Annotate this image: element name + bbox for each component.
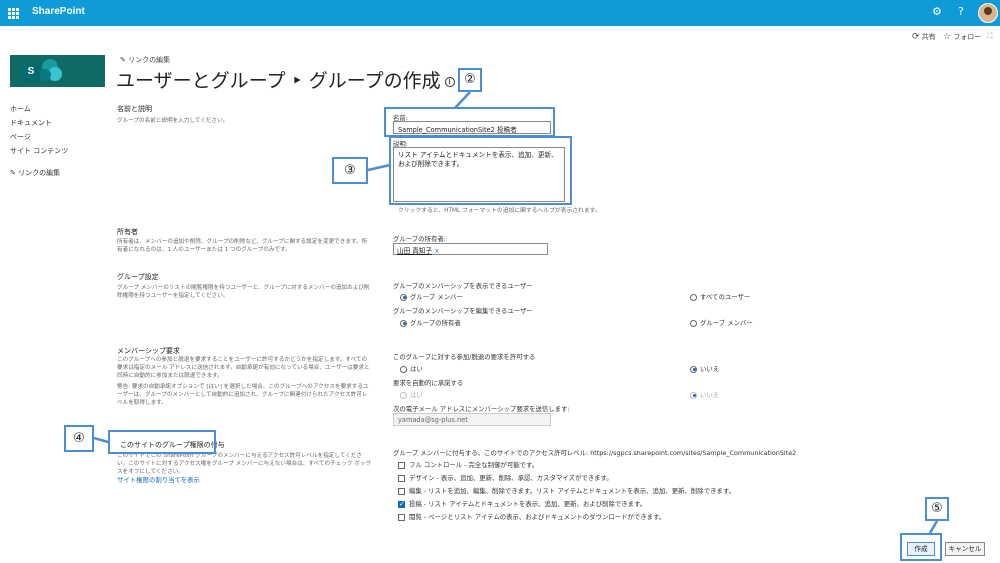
view-permissions-link[interactable]: サイト権限の割り当てを表示	[117, 475, 200, 484]
connector-4	[93, 436, 109, 444]
cancel-button[interactable]: キャンセル	[945, 542, 985, 556]
section-heading-owner: 所有者	[117, 228, 138, 236]
view-radio-members[interactable]: グループ メンバー	[400, 292, 463, 301]
nav-home[interactable]: ホーム	[10, 104, 31, 114]
perm-checkbox-read[interactable]: 閲覧 - ページとリスト アイテムの表示、およびドキュメントのダウンロードができ…	[398, 512, 665, 521]
email-label: 次の電子メール アドレスにメンバーシップ要求を送信します:	[393, 405, 570, 413]
checkbox-checked-icon	[398, 500, 405, 508]
connector-3	[367, 163, 391, 172]
checkbox-box	[398, 487, 405, 495]
radio-dot	[400, 391, 407, 399]
section-desc-membership: このグループへの参加と脱退を要求することをユーザーに許可するかどうかを指定します…	[117, 357, 370, 379]
radio-dot	[690, 365, 697, 373]
section-heading-group-settings: グループ設定	[117, 273, 159, 281]
section-desc-group-settings: グループ メンバーのリストの閲覧権限を持つユーザーと、グループに対するメンバーの…	[117, 285, 370, 299]
radio-dot	[690, 319, 697, 327]
callout-badge-3: ③	[332, 157, 368, 184]
allow-radio-no[interactable]: いいえ	[690, 364, 719, 373]
nav-site-contents[interactable]: サイト コンテンツ	[10, 146, 68, 156]
view-radio-everyone[interactable]: すべてのユーザー	[690, 292, 750, 301]
fullscreen-icon[interactable]: ⛶	[984, 31, 996, 43]
connector-2	[454, 91, 471, 109]
perm-checkbox-full-control[interactable]: フル コントロール - 完全な制御が可能です。	[398, 460, 538, 469]
callout-box-create	[900, 533, 942, 561]
edit-membership-label: グループのメンバーシップを編集できるユーザー	[393, 307, 533, 315]
nav-edit-links[interactable]: ✎ リンクの編集	[10, 168, 60, 178]
site-logo[interactable]: S	[10, 55, 105, 87]
section-heading-name: 名前と説明	[117, 105, 152, 113]
avatar[interactable]	[978, 3, 998, 23]
edit-radio-members[interactable]: グループ メンバー	[690, 318, 753, 327]
follow-button[interactable]: ☆ フォロー	[943, 32, 981, 42]
help-icon[interactable]: ?	[958, 5, 964, 19]
auto-radio-no[interactable]: いいえ	[690, 390, 719, 399]
owner-label: グループの所有者:	[393, 235, 446, 243]
radio-dot	[400, 293, 407, 301]
suite-bar: SharePoint ⚙ ?	[0, 0, 1000, 26]
section-desc-name: グループの名前と説明を入力してください。	[117, 118, 229, 124]
app-launcher-icon[interactable]	[8, 8, 19, 19]
nav-documents[interactable]: ドキュメント	[10, 118, 52, 128]
checkbox-box	[398, 474, 405, 482]
section-desc-owner: 所有者は、メンバーの追加や削除、グループの削除など、グループに関する設定を変更で…	[117, 239, 368, 253]
checkbox-box	[398, 461, 405, 469]
perm-checkbox-design[interactable]: デザイン - 表示、追加、更新、削除、承認、カスタマイズができます。	[398, 473, 613, 482]
pencil-icon: ✎	[10, 169, 16, 177]
breadcrumb[interactable]: ✎ リンクの編集	[120, 55, 170, 65]
radio-dot	[690, 391, 697, 399]
share-icon: ⟳	[912, 32, 920, 42]
brand-name[interactable]: SharePoint	[32, 6, 85, 17]
callout-box-permissions	[108, 430, 216, 454]
section-desc-permissions: このサイトでこの SharePoint グループのメンバーに与えるアクセス許可レ…	[117, 453, 372, 475]
view-membership-label: グループのメンバーシップを表示できるユーザー	[393, 282, 533, 290]
callout-box-description	[389, 136, 572, 205]
nav-pages[interactable]: ページ	[10, 132, 31, 142]
callout-badge-4: ④	[64, 425, 94, 452]
section-heading-membership: メンバーシップ要求	[117, 347, 180, 355]
callout-box-name	[384, 107, 555, 137]
radio-dot	[400, 319, 407, 327]
gear-icon[interactable]: ⚙	[932, 5, 942, 19]
share-button[interactable]: ⟳ 共有	[912, 32, 936, 42]
email-input[interactable]: yamada@sg-plus.net	[393, 413, 551, 426]
callout-badge-5: ⑤	[925, 497, 949, 521]
remove-owner-icon[interactable]: ×	[434, 247, 440, 255]
radio-dot	[690, 293, 697, 301]
info-icon[interactable]: i	[444, 76, 455, 87]
page-title: ユーザーとグループ ‣ グループの作成 i	[116, 66, 455, 93]
callout-badge-2: ②	[458, 68, 482, 92]
section-warning-membership: 警告: 要求の自動承諾オプションで [はい] を選択した場合、このグループへのア…	[117, 384, 369, 406]
star-icon: ☆	[943, 32, 952, 42]
connector-5	[928, 520, 939, 534]
radio-dot	[400, 365, 407, 373]
allow-requests-label: このグループに対する参加/脱退の要求を許可する	[393, 353, 536, 361]
auto-radio-yes[interactable]: はい	[400, 390, 423, 399]
pencil-icon: ✎	[120, 56, 126, 64]
owner-name: 山田 真知子	[397, 247, 433, 255]
owner-people-picker[interactable]: 山田 真知子 ×	[393, 243, 548, 255]
site-logo-letter: S	[22, 63, 40, 81]
permission-level-label: グループ メンバーに付与する、このサイトでのアクセス許可レベル: https:/…	[393, 449, 797, 457]
edit-radio-owner[interactable]: グループの所有者	[400, 318, 461, 327]
perm-checkbox-edit[interactable]: 編集 - リストを追加、編集、削除できます。リスト アイテムとドキュメントを表示…	[398, 486, 735, 495]
html-help-link[interactable]: クリックすると、HTML フォーマットの追加に関するヘルプが表示されます。	[398, 205, 601, 214]
perm-checkbox-contribute[interactable]: 投稿 - リスト アイテムとドキュメントを表示、追加、更新、および削除できます。	[398, 499, 646, 508]
auto-accept-label: 要求を自動的に承諾する	[393, 379, 464, 387]
checkbox-box	[398, 513, 405, 521]
allow-radio-yes[interactable]: はい	[400, 364, 423, 373]
